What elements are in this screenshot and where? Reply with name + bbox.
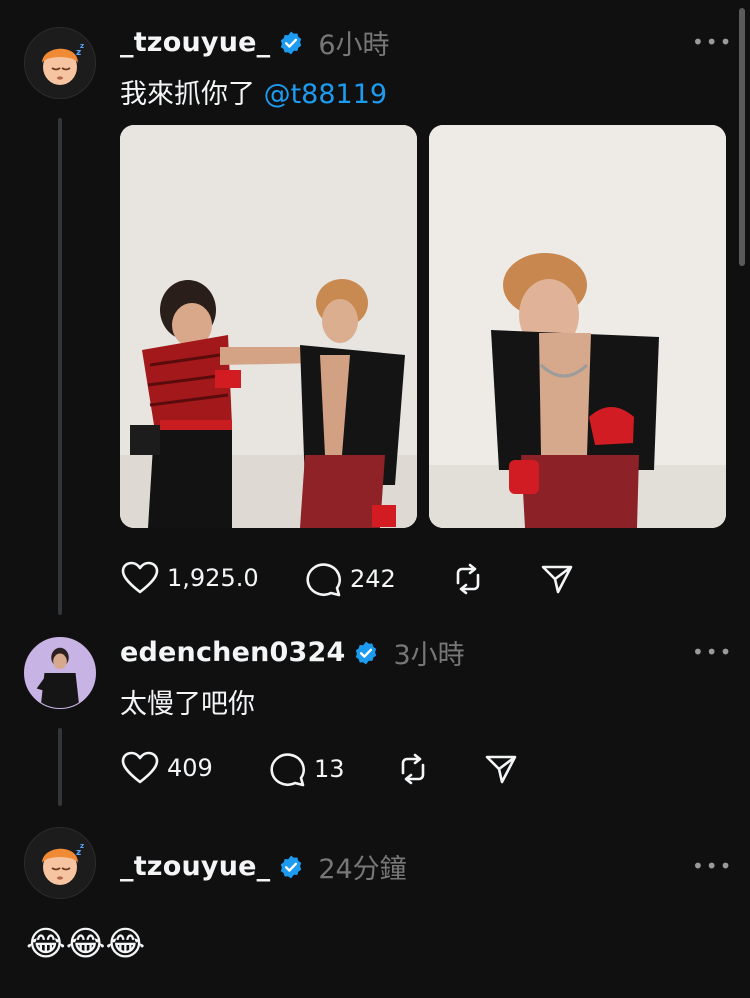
more-options-button[interactable]: ••• (692, 854, 733, 878)
send-icon (485, 755, 517, 784)
memoji-avatar-icon: z z (42, 842, 84, 885)
repost-icon (401, 753, 425, 785)
verified-badge-icon (281, 31, 302, 54)
reply-button[interactable]: 242 (304, 561, 396, 597)
post-timestamp: 24分鐘 (318, 854, 407, 885)
share-button[interactable] (484, 753, 518, 785)
verified-badge-icon (356, 641, 377, 664)
photo-man-red-glove (429, 125, 726, 528)
more-options-button[interactable]: ••• (692, 640, 733, 664)
thread-line (58, 118, 62, 615)
post-photo-1[interactable] (120, 125, 417, 528)
heart-icon (121, 561, 159, 594)
like-button[interactable]: 1,925.0 (121, 561, 259, 595)
repost-button[interactable] (395, 751, 431, 787)
share-button[interactable] (540, 563, 574, 595)
send-icon (541, 565, 573, 594)
like-count: 409 (167, 754, 213, 782)
reply-count: 13 (314, 755, 345, 783)
svg-text:z: z (80, 842, 84, 850)
repost-icon (456, 563, 480, 595)
comment-icon (306, 563, 341, 597)
comment-icon (270, 753, 305, 787)
repost-button[interactable] (450, 561, 486, 597)
like-button[interactable]: 409 (121, 751, 213, 785)
memoji-avatar-icon: z z (42, 42, 84, 85)
post-text: 太慢了吧你 (120, 689, 255, 720)
post-photo-2[interactable] (429, 125, 726, 528)
reply-button[interactable]: 13 (268, 751, 345, 787)
post-username[interactable]: _tzouyue_ (120, 851, 270, 882)
post-text-emoji: 😂😂😂 (26, 924, 146, 964)
avatar-tzouyue[interactable]: z z (24, 827, 96, 899)
post-username[interactable]: _tzouyue_ (120, 27, 270, 58)
avatar-edenchen0324[interactable] (24, 637, 96, 709)
post-text: 我來抓你了 @t88119 (120, 72, 387, 111)
scrollbar[interactable] (739, 8, 745, 266)
post-timestamp: 6小時 (318, 30, 390, 61)
like-count: 1,925.0 (167, 564, 259, 592)
reply-count: 242 (350, 565, 396, 593)
photo-two-men-posing (120, 125, 417, 528)
post-username[interactable]: edenchen0324 (120, 637, 345, 668)
post-body: 我來抓你了 (120, 79, 264, 110)
svg-text:z: z (80, 42, 84, 50)
heart-icon (121, 751, 159, 784)
post-timestamp: 3小時 (393, 640, 465, 671)
more-options-button[interactable]: ••• (692, 30, 733, 54)
avatar-tzouyue[interactable]: z z (24, 27, 96, 99)
mention-link[interactable]: @t88119 (264, 79, 387, 110)
verified-badge-icon (281, 855, 302, 878)
thread-line (58, 728, 62, 806)
profile-photo-avatar-icon (25, 638, 95, 708)
